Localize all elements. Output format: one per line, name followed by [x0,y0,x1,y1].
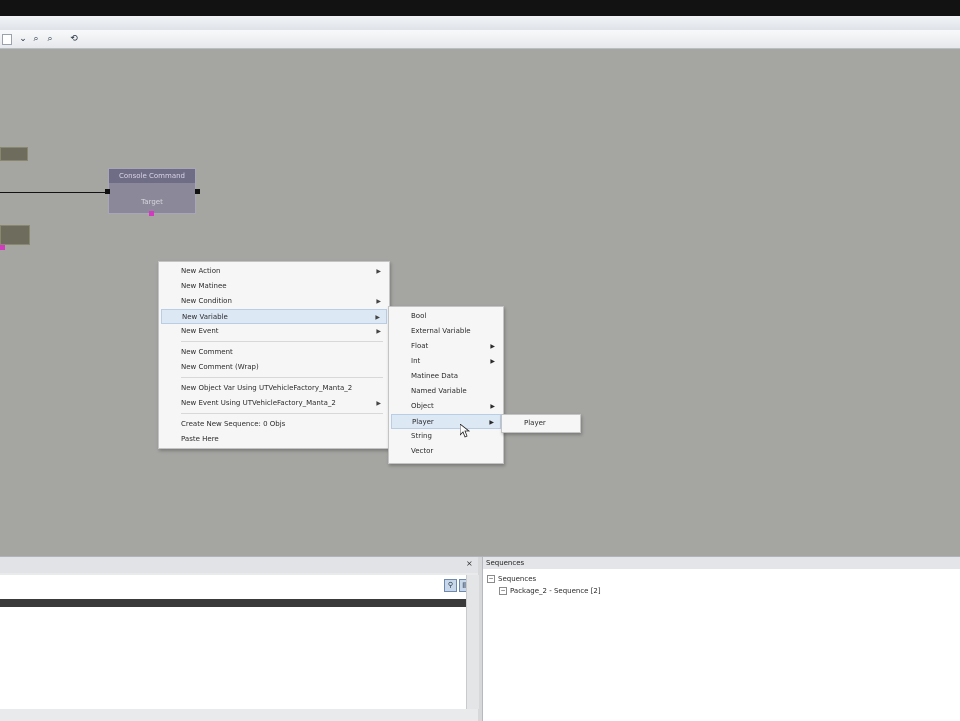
submenu-item-player[interactable]: Player ▶ [391,414,501,429]
window-top-edge [0,0,960,16]
menu-item-new-event[interactable]: New Event ▶ [161,324,387,339]
submenu-arrow-icon: ▶ [375,314,380,321]
menu-separator [181,413,383,414]
menu-item-new-variable[interactable]: New Variable ▶ [161,309,387,324]
submenu-item-float[interactable]: Float ▶ [391,339,501,354]
menu-item-label: Matinee Data [411,372,459,380]
sequences-panel: Sequences − Sequences − Package_2 - Sequen… [482,557,960,721]
search-icon[interactable]: ⌕ [44,33,56,45]
variable-port[interactable] [0,245,5,250]
sequences-panel-title: Sequences [483,557,960,569]
menu-item-label: Player [524,419,546,427]
menu-separator [181,377,383,378]
node-title: Console Command [109,169,195,183]
submenu-arrow-icon: ▶ [489,419,494,426]
menu-item-label: New Matinee [181,282,227,290]
submenu-arrow-icon: ▶ [376,268,381,275]
kismet-graph-canvas[interactable]: Console Command Target [0,49,960,556]
mouse-cursor-icon [460,424,470,438]
expand-icon[interactable]: − [499,587,507,595]
node-stub-bottom[interactable] [0,225,30,245]
menu-item-label: Paste Here [181,435,219,443]
menu-item-create-sequence[interactable]: Create New Sequence: 0 Objs [161,417,387,432]
menu-item-label: Float [411,342,429,350]
menu-item-label: Bool [411,312,427,320]
menu-item-label: New Object Var Using UTVehicleFactory_Ma… [181,384,353,392]
player-submenu: Player [501,414,581,433]
tree-item-label: Package_2 - Sequence [2] [510,587,601,595]
submenu-item-named-variable[interactable]: Named Variable [391,384,501,399]
submenu-arrow-icon: ▶ [376,298,381,305]
menu-item-label: Object [411,402,434,410]
menu-item-new-comment-wrap[interactable]: New Comment (Wrap) [161,360,387,375]
context-menu: New Action ▶ New Matinee New Condition ▶ N… [158,261,390,449]
menu-item-label: New Event [181,327,219,335]
menu-item-label: New Variable [182,313,228,321]
menu-item-new-matinee[interactable]: New Matinee [161,279,387,294]
bottom-dock: × ⚲ ▤ Sequences −Sequences −Package_2 - … [0,556,960,721]
submenu-item-matinee-data[interactable]: Matinee Data [391,369,501,384]
input-port[interactable] [105,189,110,194]
submenu-arrow-icon: ▶ [490,403,495,410]
submenu-arrow-icon: ▶ [376,328,381,335]
filter-icon[interactable]: ⚲ [444,579,457,592]
zoom-icon[interactable]: ⌕ [30,33,42,45]
menu-item-label: Create New Sequence: 0 Objs [181,420,286,428]
title-bar [0,16,960,31]
log-command-bar[interactable] [0,599,466,607]
menu-item-label: Named Variable [411,387,467,395]
variable-submenu: Bool External Variable Float ▶ Int ▶ Matin… [388,306,504,464]
node-target-label: Target [141,198,163,206]
console-command-node[interactable]: Console Command Target [105,168,200,216]
menu-item-label: Vector [411,447,434,455]
node-stub-top[interactable] [0,147,28,161]
menu-item-label: External Variable [411,327,471,335]
close-icon[interactable]: × [466,559,473,568]
target-port[interactable] [149,211,154,216]
tree-root-label: Sequences [498,575,537,583]
log-panel: × ⚲ ▤ [0,557,479,721]
menu-item-new-object-var[interactable]: New Object Var Using UTVehicleFactory_Ma… [161,381,387,396]
output-port[interactable] [195,189,200,194]
submenu-item-external-variable[interactable]: External Variable [391,324,501,339]
window-menu-button[interactable] [2,34,12,45]
log-panel-header: × [0,557,478,573]
tree-item[interactable]: − Package_2 - Sequence [2] [499,585,601,597]
menu-item-label: Int [411,357,421,365]
menu-item-label: New Condition [181,297,232,305]
log-scrollbar[interactable] [466,575,479,709]
submenu-arrow-icon: ▶ [490,343,495,350]
submenu-item-object[interactable]: Object ▶ [391,399,501,414]
link-wire [0,192,108,193]
submenu-arrow-icon: ▶ [376,400,381,407]
menu-separator [181,341,383,342]
menu-item-label: New Comment (Wrap) [181,363,259,371]
submenu-item-string[interactable]: String [391,429,501,444]
submenu-arrow-icon: ▶ [490,358,495,365]
menu-item-new-condition[interactable]: New Condition ▶ [161,294,387,309]
submenu-item-vector[interactable]: Vector [391,444,501,459]
menu-item-new-event-using[interactable]: New Event Using UTVehicleFactory_Manta_2… [161,396,387,411]
menu-item-label: New Action [181,267,221,275]
dropdown-arrow-icon[interactable]: ⌄ [17,33,29,45]
menu-item-new-comment[interactable]: New Comment [161,345,387,360]
tree-root[interactable]: − Sequences [487,573,536,585]
kismet-toolbar: ⌄ ⌕ ⌕ ⟲ [0,30,960,49]
menu-item-label: String [411,432,432,440]
menu-item-label: Player [412,418,434,426]
collapse-icon[interactable]: − [487,575,495,583]
submenu-item-bool[interactable]: Bool [391,309,501,324]
refresh-icon[interactable]: ⟲ [68,33,80,45]
menu-item-paste-here[interactable]: Paste Here [161,432,387,447]
menu-item-label: New Comment [181,348,233,356]
log-output[interactable]: ⚲ ▤ [0,575,472,709]
menu-item-label: New Event Using UTVehicleFactory_Manta_2 [181,399,336,407]
submenu-item-int[interactable]: Int ▶ [391,354,501,369]
submenu-item-player-var[interactable]: Player [504,416,578,431]
menu-item-new-action[interactable]: New Action ▶ [161,264,387,279]
